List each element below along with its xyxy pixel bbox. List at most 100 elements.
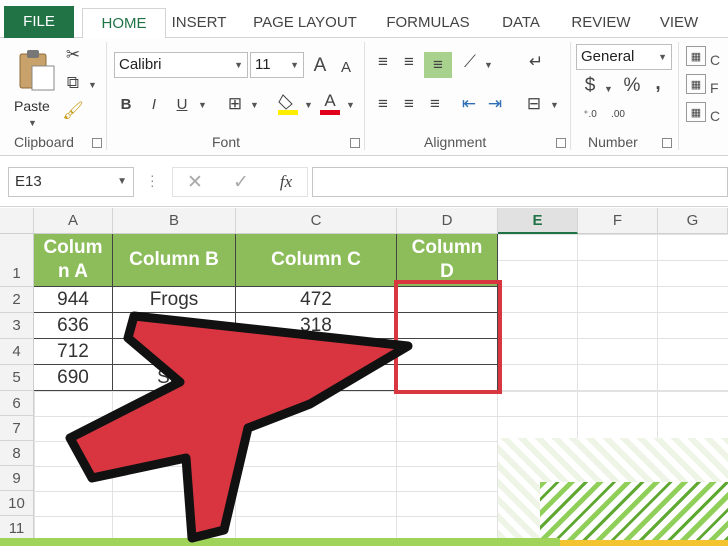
- column-d-cell[interactable]: [397, 365, 498, 391]
- align-center-icon[interactable]: ≡: [398, 92, 420, 116]
- comma-icon[interactable]: ,: [650, 72, 666, 96]
- conditional-formatting-icon[interactable]: ▦: [686, 46, 706, 66]
- bold-button[interactable]: B: [116, 92, 136, 116]
- column-d-cell[interactable]: [397, 313, 498, 339]
- font-name-select[interactable]: Calibri ▼: [114, 52, 248, 78]
- font-size-select[interactable]: 11 ▼: [250, 52, 304, 78]
- align-right-icon[interactable]: ≡: [424, 92, 446, 116]
- number-launcher-icon[interactable]: [662, 138, 672, 148]
- table-cell[interactable]: [236, 365, 397, 391]
- column-header-d[interactable]: D: [397, 208, 498, 234]
- table-cell[interactable]: 944: [34, 287, 113, 313]
- paste-button[interactable]: Paste ▼: [12, 46, 58, 128]
- chevron-down-icon: ▼: [234, 60, 243, 70]
- underline-button[interactable]: U: [172, 92, 192, 116]
- row-header-6[interactable]: 6: [0, 391, 34, 416]
- tab-review[interactable]: REVIEW: [566, 8, 636, 38]
- chevron-down-icon[interactable]: ▼: [346, 100, 355, 110]
- increase-decimal-icon[interactable]: ⁺.0: [578, 102, 602, 126]
- decrease-indent-icon[interactable]: ⇤: [458, 92, 480, 116]
- table-cell[interactable]: 472: [236, 287, 397, 313]
- row-header-2[interactable]: 2: [0, 287, 34, 313]
- format-painter-icon[interactable]: 🖌: [62, 100, 84, 122]
- row-header-4[interactable]: 4: [0, 339, 34, 365]
- cell-styles-icon[interactable]: ▦: [686, 102, 706, 122]
- currency-icon[interactable]: $: [580, 74, 600, 98]
- column-header-b[interactable]: B: [113, 208, 236, 234]
- italic-button[interactable]: I: [144, 92, 164, 116]
- column-d-cell[interactable]: [397, 339, 498, 365]
- copy-icon[interactable]: ⧉: [62, 72, 84, 94]
- select-all-corner[interactable]: [0, 208, 34, 234]
- format-as-table-icon[interactable]: ▦: [686, 74, 706, 94]
- font-color-icon[interactable]: A: [318, 90, 342, 116]
- chevron-down-icon[interactable]: ▼: [88, 80, 97, 90]
- table-cell[interactable]: 318: [236, 313, 397, 339]
- table-header-cell[interactable]: Colum n A: [34, 234, 113, 287]
- column-header-a[interactable]: A: [34, 208, 113, 234]
- table-header-cell[interactable]: Column B: [113, 234, 236, 287]
- formula-bar-grip-icon[interactable]: · · ·: [150, 168, 155, 192]
- column-header-c[interactable]: C: [236, 208, 397, 234]
- tab-file[interactable]: FILE: [4, 6, 74, 38]
- chevron-down-icon[interactable]: ▼: [604, 84, 613, 94]
- table-cell[interactable]: 636: [34, 313, 113, 339]
- tab-formulas[interactable]: FORMULAS: [378, 8, 478, 38]
- table-header-cell[interactable]: Column D: [397, 234, 498, 287]
- table-cell[interactable]: Frogs: [113, 287, 236, 313]
- align-middle-icon[interactable]: ≡: [398, 50, 420, 74]
- tab-view[interactable]: VIEW: [650, 8, 708, 38]
- wrap-text-icon[interactable]: ↵: [524, 50, 548, 74]
- merge-center-icon[interactable]: ⊟: [522, 92, 546, 116]
- row-header-7[interactable]: 7: [0, 416, 34, 441]
- tab-data[interactable]: DATA: [488, 8, 554, 38]
- borders-icon[interactable]: ⊞: [224, 92, 246, 116]
- font-launcher-icon[interactable]: [350, 138, 360, 148]
- table-cell[interactable]: 690: [34, 365, 113, 391]
- formula-input[interactable]: [312, 167, 728, 197]
- chevron-down-icon[interactable]: ▼: [550, 100, 559, 110]
- align-left-icon[interactable]: ≡: [372, 92, 394, 116]
- table-cell[interactable]: Sna: [113, 365, 236, 391]
- align-bottom-icon[interactable]: ≡: [424, 52, 452, 78]
- name-box[interactable]: E13 ▼: [8, 167, 134, 197]
- shrink-font-icon[interactable]: A: [336, 56, 356, 78]
- row-header-10[interactable]: 10: [0, 491, 34, 516]
- insert-function-icon[interactable]: fx: [273, 170, 299, 194]
- table-cell[interactable]: [113, 313, 236, 339]
- chevron-down-icon[interactable]: ▼: [250, 100, 259, 110]
- clipboard-launcher-icon[interactable]: [92, 138, 102, 148]
- tab-insert[interactable]: INSERT: [166, 8, 232, 38]
- row-header-5[interactable]: 5: [0, 365, 34, 391]
- column-header-g[interactable]: G: [658, 208, 728, 234]
- number-format-select[interactable]: General ▼: [576, 44, 672, 70]
- table-header-cell[interactable]: Column C: [236, 234, 397, 287]
- table-cell[interactable]: [113, 339, 236, 365]
- percent-icon[interactable]: %: [622, 74, 642, 98]
- tab-home[interactable]: HOME: [82, 8, 166, 39]
- row-header-8[interactable]: 8: [0, 441, 34, 466]
- align-top-icon[interactable]: ≡: [372, 50, 394, 74]
- column-header-e[interactable]: E: [498, 208, 578, 234]
- decrease-decimal-icon[interactable]: .00: [606, 102, 630, 126]
- column-header-f[interactable]: F: [578, 208, 658, 234]
- cut-icon[interactable]: ✂: [62, 44, 84, 66]
- cancel-icon[interactable]: ✕: [183, 170, 207, 194]
- row-header-1[interactable]: 1: [0, 234, 34, 287]
- chevron-down-icon[interactable]: ▼: [198, 100, 207, 110]
- increase-indent-icon[interactable]: ⇥: [484, 92, 506, 116]
- table-cell[interactable]: 712: [34, 339, 113, 365]
- row-header-9[interactable]: 9: [0, 466, 34, 491]
- tab-page-layout[interactable]: PAGE LAYOUT: [244, 8, 366, 38]
- grow-font-icon[interactable]: A: [310, 54, 330, 78]
- alignment-launcher-icon[interactable]: [556, 138, 566, 148]
- enter-icon[interactable]: ✓: [229, 170, 253, 194]
- chevron-down-icon[interactable]: ▼: [304, 100, 313, 110]
- orientation-icon[interactable]: ⟋: [458, 50, 482, 74]
- table-cell[interactable]: [236, 339, 397, 365]
- chevron-down-icon: ▼: [117, 176, 127, 187]
- chevron-down-icon[interactable]: ▼: [484, 60, 493, 70]
- row-header-3[interactable]: 3: [0, 313, 34, 339]
- column-d-cell[interactable]: [397, 287, 498, 313]
- fill-color-icon[interactable]: [276, 90, 300, 116]
